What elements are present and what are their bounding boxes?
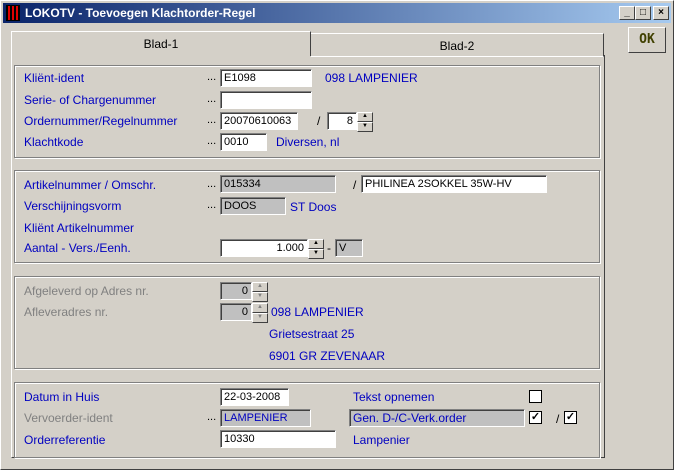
maximize-button[interactable]: □	[635, 6, 651, 20]
artikel-input[interactable]: 015334	[220, 175, 336, 193]
gen-verkorder-checkbox[interactable]: ✓	[529, 411, 542, 424]
order-separator: /	[317, 114, 321, 128]
tekst-label: Tekst opnemen	[353, 390, 435, 404]
serie-label: Serie- of Chargenummer	[24, 93, 157, 107]
omschrijving-input[interactable]: PHILINEA 2SOKKEL 35W-HV	[361, 175, 547, 193]
spin-up-icon[interactable]: ▲	[252, 282, 268, 292]
spin-down-icon[interactable]: ▼	[308, 249, 324, 259]
spin-up-icon[interactable]: ▲	[357, 112, 373, 122]
gen-verkorder-field: Gen. D-/C-Verk.order	[349, 409, 525, 427]
klient-ident-label: Kliënt-ident	[24, 71, 85, 85]
dots: ...	[207, 93, 217, 105]
klient-ident-input[interactable]: E1098	[220, 69, 312, 87]
aantal-spinner[interactable]: ▲ ▼	[308, 239, 324, 259]
dots: ...	[207, 199, 217, 211]
spin-down-icon[interactable]: ▼	[252, 313, 268, 323]
verschijning-label: Verschijningsvorm	[24, 199, 122, 213]
klachtkode-input[interactable]: 0010	[220, 133, 267, 151]
aantal-label: Aantal - Vers./Eenh.	[24, 241, 131, 255]
tekst-checkbox[interactable]	[529, 390, 542, 403]
afgeleverd-input[interactable]: 0	[220, 282, 252, 300]
tab-blad-1[interactable]: Blad-1	[11, 31, 311, 56]
order-label: Ordernummer/Regelnummer	[24, 114, 178, 128]
eenheid-input[interactable]: V	[335, 239, 363, 257]
verschijning-desc: ST Doos	[290, 200, 337, 214]
dots: ...	[207, 135, 217, 147]
window-title: LOKOTV - Toevoegen Klachtorder-Regel	[25, 6, 256, 20]
aantal-dash: -	[327, 241, 331, 255]
adres-city: 6901 GR ZEVENAAR	[269, 349, 386, 363]
afleveradres-label: Afleveradres nr.	[24, 305, 109, 319]
dialog-window: LOKOTV - Toevoegen Klachtorder-Regel _ □…	[0, 0, 674, 470]
datum-label: Datum in Huis	[24, 390, 100, 404]
spin-down-icon[interactable]: ▼	[252, 292, 268, 302]
adres-street: Grietsestraat 25	[269, 327, 355, 341]
gen-verkorder-2-checkbox[interactable]: ✓	[564, 411, 577, 424]
dots: ...	[207, 71, 217, 83]
vervoerder-label: Vervoerder-ident	[24, 411, 113, 425]
minimize-button[interactable]: _	[619, 6, 635, 20]
close-button[interactable]: ×	[653, 6, 669, 20]
tab-blad-2[interactable]: Blad-2	[311, 33, 604, 57]
dots: ...	[207, 178, 217, 190]
vervoerder-input[interactable]: LAMPENIER	[220, 409, 311, 427]
spin-up-icon[interactable]: ▲	[252, 303, 268, 313]
ordernummer-input[interactable]: 20070610063	[220, 112, 298, 130]
gen-separator: /	[556, 412, 560, 426]
klachtkode-desc: Diversen, nl	[276, 135, 340, 149]
artikel-separator: /	[353, 178, 357, 192]
orderref-name: Lampenier	[353, 433, 410, 447]
klachtkode-label: Klachtkode	[24, 135, 84, 149]
adres-name: 098 LAMPENIER	[271, 305, 364, 319]
afleveradres-input[interactable]: 0	[220, 303, 252, 321]
klient-artikel-label: Kliënt Artikelnummer	[24, 221, 135, 235]
afgeleverd-spinner[interactable]: ▲ ▼	[252, 282, 268, 302]
regelnummer-input[interactable]: 8	[327, 112, 357, 130]
spin-up-icon[interactable]: ▲	[308, 239, 324, 249]
artikel-label: Artikelnummer / Omschr.	[24, 178, 157, 192]
afgeleverd-label: Afgeleverd op Adres nr.	[24, 284, 149, 298]
spin-down-icon[interactable]: ▼	[357, 122, 373, 132]
orderref-input[interactable]: 10330	[220, 430, 336, 448]
klient-name: 098 LAMPENIER	[325, 71, 418, 85]
orderref-label: Orderreferentie	[24, 433, 106, 447]
ok-button[interactable]: OK	[628, 27, 666, 53]
regelnummer-spinner[interactable]: ▲ ▼	[357, 112, 373, 132]
afleveradres-spinner[interactable]: ▲ ▼	[252, 303, 268, 323]
dots: ...	[207, 114, 217, 126]
title-bar[interactable]: LOKOTV - Toevoegen Klachtorder-Regel _ □…	[3, 3, 671, 23]
app-icon	[6, 5, 20, 21]
datum-input[interactable]: 22-03-2008	[220, 388, 289, 406]
verschijning-input[interactable]: DOOS	[220, 197, 286, 215]
aantal-input[interactable]: 1.000	[220, 239, 308, 257]
dots: ...	[207, 411, 217, 423]
serie-input[interactable]	[220, 91, 312, 109]
